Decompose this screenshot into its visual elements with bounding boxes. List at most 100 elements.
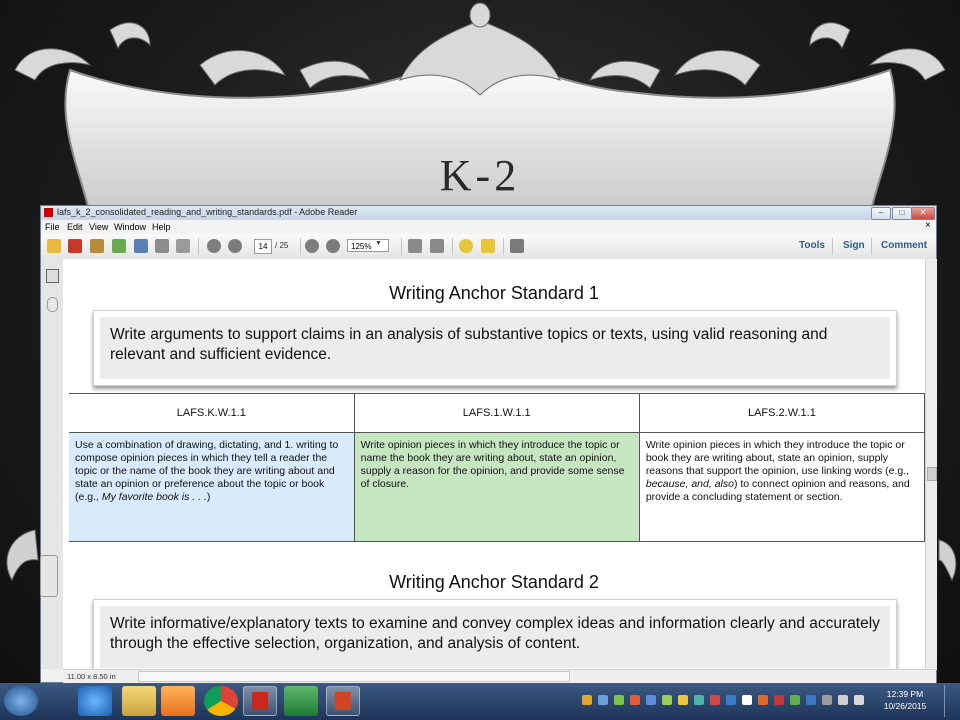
next-page-icon[interactable]	[228, 239, 242, 253]
scroll-mode-icon[interactable]	[430, 239, 444, 253]
menu-edit[interactable]: Edit	[67, 222, 83, 232]
previous-page-icon[interactable]	[207, 239, 221, 253]
cell-italic-text: My favorite book is . . .	[101, 491, 207, 503]
separator	[452, 238, 453, 255]
sticky-note-icon[interactable]	[459, 239, 473, 253]
volume-icon[interactable]	[854, 695, 864, 705]
standard-1-box: Write arguments to support claims in an …	[93, 310, 897, 386]
zoom-in-icon[interactable]	[326, 239, 340, 253]
separator	[198, 238, 199, 255]
tray-icon[interactable]	[646, 695, 656, 705]
tray-icon[interactable]	[726, 695, 736, 705]
tray-icon[interactable]	[662, 695, 672, 705]
table-cell-kindergarten: Use a combination of drawing, dictating,…	[69, 432, 355, 542]
sign-button[interactable]: Sign	[843, 240, 865, 251]
internet-explorer-icon[interactable]	[78, 686, 112, 716]
page-number-input[interactable]: 14	[254, 239, 272, 254]
network-icon[interactable]	[838, 695, 848, 705]
right-ornament	[938, 539, 957, 582]
separator	[832, 238, 833, 255]
minimize-button[interactable]: –	[871, 207, 891, 220]
fit-page-icon[interactable]	[408, 239, 422, 253]
table-header: LAFS.1.W.1.1	[353, 393, 640, 433]
separator	[401, 238, 402, 255]
cell-italic-text: because, and, also	[645, 478, 734, 490]
zoom-out-icon[interactable]	[305, 239, 319, 253]
chevron-down-icon[interactable]: ▼	[375, 240, 382, 247]
table-header-row: LAFS.K.W.1.1 LAFS.1.W.1.1 LAFS.2.W.1.1	[69, 393, 925, 433]
adobe-reader-icon	[44, 208, 53, 217]
share-icon[interactable]	[112, 239, 126, 253]
title-bar[interactable]: lafs_k_2_consolidated_reading_and_writin…	[41, 206, 936, 220]
standards-table: LAFS.K.W.1.1 LAFS.1.W.1.1 LAFS.2.W.1.1 U…	[69, 393, 925, 542]
tray-icon[interactable]	[694, 695, 704, 705]
page-thumbnails-icon[interactable]	[46, 269, 59, 283]
windows-taskbar: 12:39 PM 10/26/2015	[0, 683, 960, 720]
toolbar: 14 / 25 125% ▼ Tools Sign Comment	[41, 234, 936, 260]
cell-text-end: )	[206, 491, 211, 503]
table-header: LAFS.K.W.1.1	[69, 393, 355, 433]
tray-icon[interactable]	[742, 695, 752, 705]
table-header: LAFS.2.W.1.1	[638, 393, 925, 433]
tray-icon[interactable]	[710, 695, 720, 705]
tools-button[interactable]: Tools	[799, 240, 825, 251]
tray-icon[interactable]	[598, 695, 608, 705]
clock-date: 10/26/2015	[883, 701, 927, 711]
comment-button[interactable]: Comment	[881, 240, 927, 251]
media-player-icon[interactable]	[161, 686, 195, 716]
file-explorer-icon[interactable]	[122, 686, 156, 716]
full-screen-icon[interactable]	[510, 239, 524, 253]
tray-icon[interactable]	[774, 695, 784, 705]
email-icon[interactable]	[176, 239, 190, 253]
show-desktop-button[interactable]	[944, 685, 957, 717]
tray-icon[interactable]	[790, 695, 800, 705]
tray-icon[interactable]	[758, 695, 768, 705]
maximize-button[interactable]: □	[892, 207, 912, 220]
highlight-icon[interactable]	[481, 239, 495, 253]
menu-file[interactable]: File	[45, 222, 60, 232]
menu-help[interactable]: Help	[152, 222, 171, 232]
bluetooth-icon[interactable]	[806, 695, 816, 705]
standard-1-heading: Writing Anchor Standard 1	[389, 283, 599, 303]
adobe-reader-window: lafs_k_2_consolidated_reading_and_writin…	[40, 205, 937, 683]
document-view[interactable]: Writing Anchor Standard 1 Write argument…	[63, 259, 925, 670]
slide-title: K-2	[439, 151, 521, 200]
page-total: / 25	[275, 241, 289, 250]
start-button[interactable]	[4, 686, 38, 716]
separator	[503, 238, 504, 255]
open-icon[interactable]	[47, 239, 61, 253]
cell-text: Write opinion pieces in which they intro…	[645, 439, 910, 477]
scrollbar-thumb[interactable]	[927, 467, 937, 481]
horizontal-scrollbar[interactable]	[138, 671, 570, 682]
system-clock[interactable]: 12:39 PM 10/26/2015	[880, 688, 930, 712]
page-size: 11.00 x 8.50 in	[67, 672, 116, 681]
navigation-pane	[41, 259, 64, 669]
left-ornament	[6, 529, 39, 582]
panel-gripper[interactable]	[40, 555, 58, 597]
save-icon[interactable]	[134, 239, 148, 253]
tray-icon[interactable]	[630, 695, 640, 705]
create-pdf-icon[interactable]	[68, 239, 82, 253]
cell-text: Write opinion pieces in which they intro…	[360, 439, 625, 490]
chrome-icon[interactable]	[204, 686, 238, 716]
standard-2-box: Write informative/explanatory texts to e…	[93, 599, 897, 670]
edit-icon[interactable]	[90, 239, 104, 253]
tray-icon[interactable]	[822, 695, 832, 705]
table-cell-grade-2: Write opinion pieces in which they intro…	[638, 432, 925, 542]
adobe-reader-taskbar-button[interactable]	[243, 686, 277, 716]
tray-icon[interactable]	[678, 695, 688, 705]
tray-icon[interactable]	[614, 695, 624, 705]
table-cell-grade-1: Write opinion pieces in which they intro…	[353, 432, 640, 542]
menu-view[interactable]: View	[89, 222, 108, 232]
powerpoint-taskbar-button[interactable]	[326, 686, 360, 716]
close-document-icon[interactable]: ×	[925, 220, 931, 231]
zoom-level-select[interactable]: 125%	[347, 239, 389, 252]
tray-icon[interactable]	[582, 695, 592, 705]
vertical-scrollbar[interactable]	[925, 259, 937, 670]
excel-icon[interactable]	[284, 686, 318, 716]
menu-window[interactable]: Window	[114, 222, 146, 232]
close-button[interactable]: ✕	[911, 207, 935, 220]
standard-1-text: Write arguments to support claims in an …	[100, 317, 890, 379]
print-icon[interactable]	[155, 239, 169, 253]
attachments-icon[interactable]	[47, 297, 58, 312]
